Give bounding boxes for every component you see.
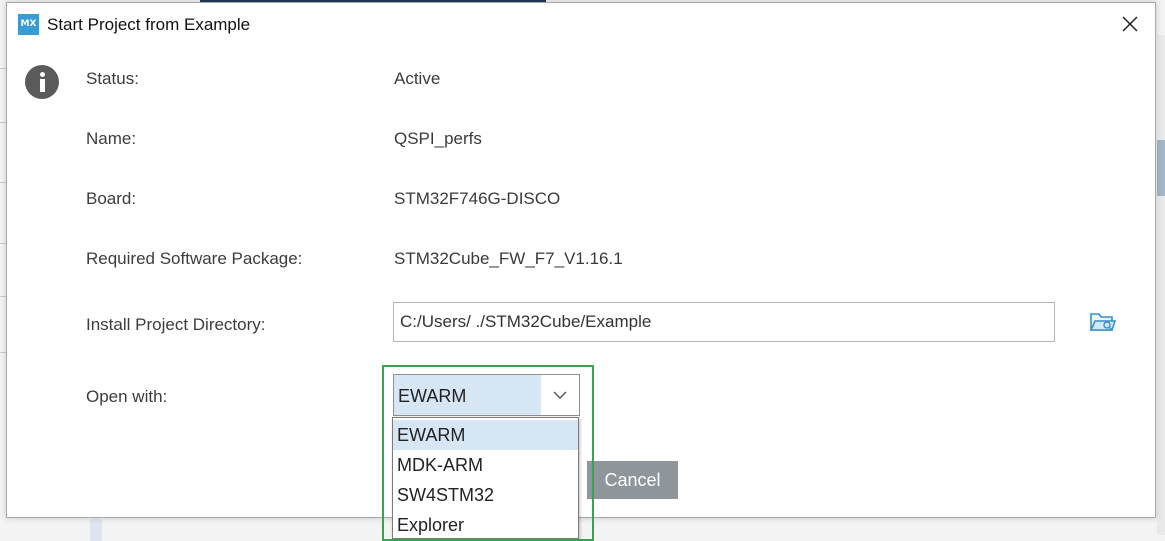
close-button[interactable] <box>1121 15 1139 33</box>
software-package-value: STM32Cube_FW_F7_V1.16.1 <box>394 249 623 268</box>
name-value: QSPI_perfs <box>394 129 482 148</box>
background-scroll-area <box>1157 35 1165 535</box>
board-value: STM32F746G-DISCO <box>394 189 561 208</box>
dialog-title: Start Project from Example <box>47 15 251 34</box>
status-value: Active <box>394 69 441 88</box>
background-panel <box>90 519 102 541</box>
start-project-dialog: MX Start Project from Example Status: Ac… <box>6 2 1156 541</box>
folder-open-icon <box>1089 313 1117 331</box>
dialog-titlebar: MX Start Project from Example <box>7 3 1155 47</box>
cancel-button[interactable]: Cancel <box>587 461 678 499</box>
name-label: Name: <box>86 129 137 148</box>
board-label: Board: <box>86 189 137 208</box>
info-icon <box>25 65 59 99</box>
open-with-label: Open with: <box>86 387 168 406</box>
install-directory-input[interactable]: C:/Users/ ./STM32Cube/Example <box>393 302 1055 342</box>
status-label: Status: <box>86 69 139 88</box>
background-selection <box>1157 140 1165 196</box>
stm32cubemx-logo: MX <box>18 14 39 35</box>
close-icon <box>1122 16 1138 32</box>
install-directory-label: Install Project Directory: <box>86 315 266 334</box>
annotation-highlight-box <box>382 365 594 541</box>
browse-folder-button[interactable] <box>1088 309 1118 335</box>
software-package-label: Required Software Package: <box>86 249 303 268</box>
